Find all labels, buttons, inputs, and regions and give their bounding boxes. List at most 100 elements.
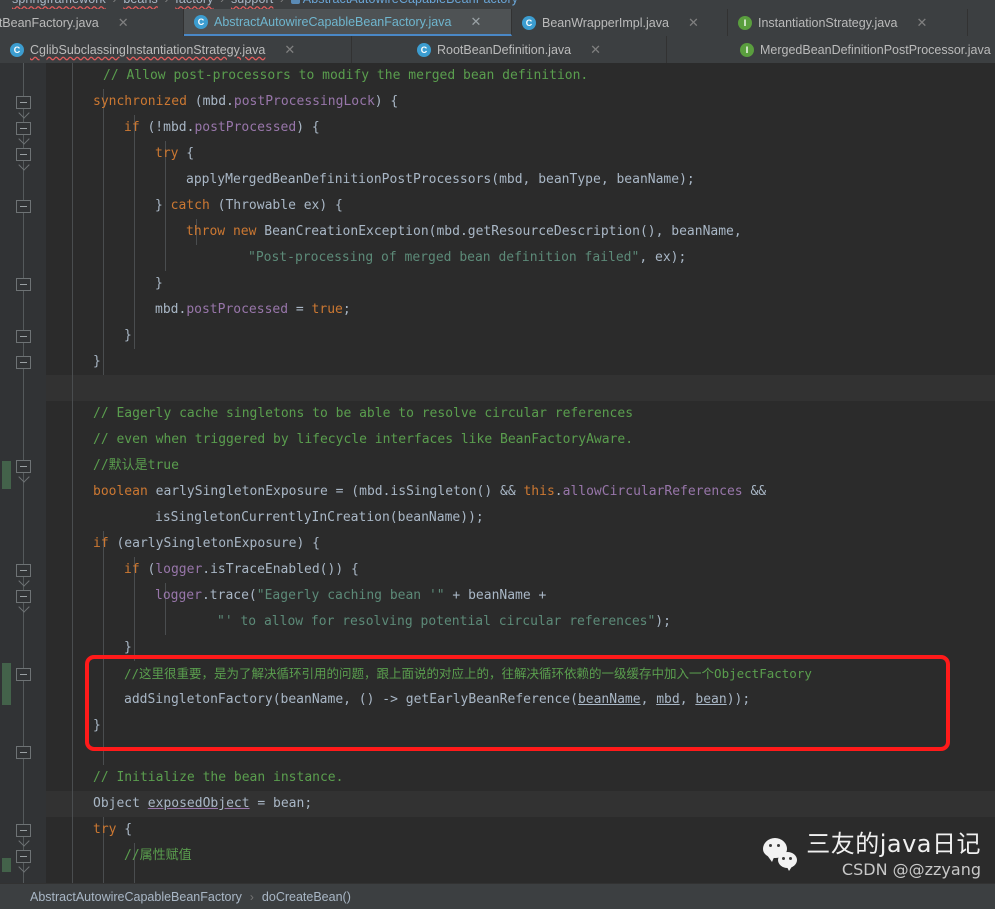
code-line[interactable]: mbd.postProcessed = true; xyxy=(155,297,351,323)
editor-tab-row-2: C CglibSubclassingInstantiationStrategy.… xyxy=(0,36,995,63)
fold-toggle-icon[interactable] xyxy=(16,850,31,863)
code-token-text: } xyxy=(124,640,132,655)
fold-toggle-icon[interactable] xyxy=(16,746,31,759)
code-line[interactable]: "Post-processing of merged bean definiti… xyxy=(248,245,686,271)
code-line[interactable]: applyMergedBeanDefinitionPostProcessors(… xyxy=(186,167,695,193)
fold-toggle-icon[interactable] xyxy=(16,356,31,369)
close-icon[interactable]: ✕ xyxy=(687,16,700,29)
close-icon[interactable]: ✕ xyxy=(589,43,602,56)
code-token-text: mbd. xyxy=(155,302,187,317)
code-line[interactable]: Object exposedObject = bean; xyxy=(93,791,312,817)
code-token-comment: // Initialize the bean instance. xyxy=(93,770,344,785)
indent-guide xyxy=(72,63,73,883)
status-method-name[interactable]: doCreateBean() xyxy=(262,890,351,904)
code-line[interactable]: } catch (Throwable ex) { xyxy=(155,193,343,219)
breadcrumb-segment-2[interactable]: factory xyxy=(175,0,213,6)
code-line[interactable]: try { xyxy=(155,141,194,167)
code-token-comment: // even when triggered by lifecycle inte… xyxy=(93,432,634,447)
annotated-comment: //这里很重要，是为了解决循环引用的问题，跟上面说的对应上的，往解决循环依赖的一… xyxy=(124,666,812,681)
close-icon[interactable]: ✕ xyxy=(117,16,130,29)
fold-toggle-icon[interactable] xyxy=(16,148,31,161)
breadcrumb-current-class[interactable]: AbstractAutowireCapableBeanFactory xyxy=(303,0,518,6)
close-icon[interactable]: ✕ xyxy=(915,16,928,29)
code-token-text: .isTraceEnabled()) { xyxy=(202,562,359,577)
close-icon[interactable]: ✕ xyxy=(469,15,482,28)
fold-toggle-icon[interactable] xyxy=(16,590,31,603)
code-token-field: postProcessed xyxy=(186,302,289,317)
code-editor[interactable]: // Allow post-processors to modify the m… xyxy=(0,63,995,883)
code-line[interactable]: try { xyxy=(93,817,132,843)
close-icon[interactable]: ✕ xyxy=(283,43,296,56)
code-token-text: } xyxy=(93,718,101,733)
code-line[interactable]: } xyxy=(93,713,101,739)
code-token-text: applyMergedBeanDefinitionPostProcessors(… xyxy=(186,172,695,187)
indent-guide xyxy=(134,115,135,349)
fold-toggle-icon[interactable] xyxy=(16,330,31,343)
fold-toggle-icon[interactable] xyxy=(16,668,31,681)
code-line[interactable]: } xyxy=(124,635,132,661)
status-bar: AbstractAutowireCapableBeanFactory › doC… xyxy=(0,883,995,909)
breadcrumb-segment-1[interactable]: beans xyxy=(123,0,158,6)
code-token-keyword: try xyxy=(155,146,179,161)
code-content[interactable]: // Allow post-processors to modify the m… xyxy=(46,63,995,883)
interface-icon: I xyxy=(740,42,754,57)
code-line[interactable]: } xyxy=(124,323,132,349)
code-line[interactable]: } xyxy=(93,349,101,375)
code-line[interactable]: isSingletonCurrentlyInCreation(beanName)… xyxy=(155,505,484,531)
fold-toggle-icon[interactable] xyxy=(16,200,31,213)
code-line[interactable]: if (logger.isTraceEnabled()) { xyxy=(124,557,359,583)
code-line[interactable]: if (earlySingletonExposure) { xyxy=(93,531,320,557)
vcs-change-marker[interactable] xyxy=(2,858,11,872)
fold-toggle-icon[interactable] xyxy=(16,122,31,135)
tab-abstract-autowire-capable-bean-factory[interactable]: C AbstractAutowireCapableBeanFactory.jav… xyxy=(184,9,512,36)
tab-abstract-bean-factory[interactable]: tractBeanFactory.java ✕ xyxy=(0,9,184,36)
code-token-keyword: catch xyxy=(170,198,210,213)
code-line[interactable]: addSingletonFactory(beanName, () -> getE… xyxy=(124,687,750,713)
code-line[interactable]: boolean earlySingletonExposure = (mbd.is… xyxy=(93,479,766,505)
code-token-text: . xyxy=(554,484,563,499)
vcs-change-marker[interactable] xyxy=(2,461,11,489)
code-token-text: addSingletonFactory(beanName, () -> getE… xyxy=(124,692,578,707)
fold-toggle-icon[interactable] xyxy=(16,460,31,473)
code-token-comment: // Eagerly cache singletons to be able t… xyxy=(93,406,634,421)
fold-toggle-icon[interactable] xyxy=(16,278,31,291)
code-line[interactable]: // Eagerly cache singletons to be able t… xyxy=(93,401,633,427)
tab-merged-bean-definition-post-processor[interactable]: I MergedBeanDefinitionPostProcessor.java xyxy=(667,36,995,63)
fold-toggle-icon[interactable] xyxy=(16,96,31,109)
tab-cglib-subclassing-instantiation-strategy[interactable]: C CglibSubclassingInstantiationStrategy.… xyxy=(0,36,352,63)
code-line[interactable]: //这里很重要，是为了解决循环引用的问题，跟上面说的对应上的，往解决循环依赖的一… xyxy=(124,661,812,687)
code-line[interactable]: logger.trace("Eagerly caching bean '" + … xyxy=(155,583,546,609)
package-breadcrumb-bar: springframework › beans › factory › supp… xyxy=(0,0,995,9)
status-class-name[interactable]: AbstractAutowireCapableBeanFactory xyxy=(30,890,242,904)
code-token-text: { xyxy=(116,822,133,837)
code-token-text: (earlySingletonExposure) { xyxy=(108,536,320,551)
code-line[interactable]: synchronized (mbd.postProcessingLock) { xyxy=(93,89,398,115)
tab-bean-wrapper-impl[interactable]: C BeanWrapperImpl.java ✕ xyxy=(512,9,728,36)
code-line[interactable]: throw new BeanCreationException(mbd.getR… xyxy=(186,219,742,245)
code-token-keyword: this xyxy=(523,484,555,499)
code-token-text: (!mbd. xyxy=(139,120,195,135)
watermark: 三友的java日记 CSDN @@zzyang xyxy=(757,826,985,883)
tab-instantiation-strategy[interactable]: I InstantiationStrategy.java ✕ xyxy=(728,9,968,36)
code-line[interactable]: // Allow post-processors to modify the m… xyxy=(103,63,588,89)
code-token-text: } xyxy=(155,198,171,213)
tab-root-bean-definition[interactable]: C RootBeanDefinition.java ✕ xyxy=(352,36,667,63)
code-token-keyword: if xyxy=(93,536,109,551)
editor-gutter[interactable] xyxy=(0,63,46,883)
code-line[interactable]: //默认是true xyxy=(93,453,179,479)
breadcrumb-segment-0[interactable]: springframework xyxy=(12,0,106,6)
fold-toggle-icon[interactable] xyxy=(16,824,31,837)
code-token-field: logger xyxy=(155,562,203,577)
vcs-change-marker[interactable] xyxy=(2,663,11,705)
code-token-param: mbd xyxy=(656,692,680,707)
code-line[interactable]: //属性赋值 xyxy=(124,843,192,869)
code-line[interactable]: // Initialize the bean instance. xyxy=(93,765,343,791)
code-line[interactable]: } xyxy=(155,271,163,297)
fold-toggle-icon[interactable] xyxy=(16,564,31,577)
code-line[interactable]: "' to allow for resolving potential circ… xyxy=(217,609,671,635)
tab-label: RootBeanDefinition.java xyxy=(437,42,572,57)
code-line[interactable]: if (!mbd.postProcessed) { xyxy=(124,115,320,141)
code-line[interactable]: // even when triggered by lifecycle inte… xyxy=(93,427,633,453)
code-token-text: isSingletonCurrentlyInCreation(beanName)… xyxy=(155,510,484,525)
breadcrumb-segment-3[interactable]: support xyxy=(231,0,273,6)
